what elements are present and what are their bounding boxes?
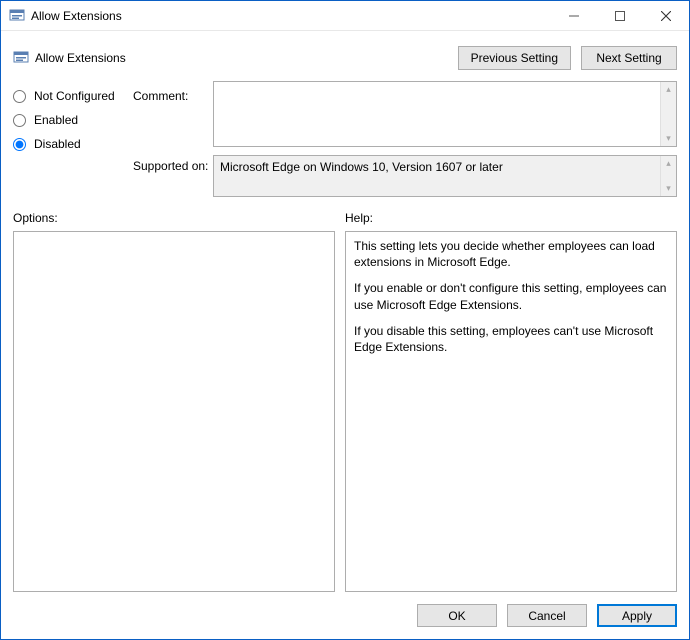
dialog-footer: OK Cancel Apply: [13, 592, 677, 627]
scroll-up-icon: ▴: [666, 158, 671, 169]
dialog-window: Allow Extensions Allow E: [0, 0, 690, 640]
cancel-button[interactable]: Cancel: [507, 604, 587, 627]
radio-disabled-label: Disabled: [34, 137, 81, 151]
policy-name-text: Allow Extensions: [35, 51, 126, 65]
scroll-down-icon: ▾: [666, 183, 671, 194]
maximize-button[interactable]: [597, 1, 643, 31]
radio-enabled[interactable]: Enabled: [13, 113, 133, 127]
radio-disabled[interactable]: Disabled: [13, 137, 133, 151]
radio-disabled-input[interactable]: [13, 138, 26, 151]
help-panel: This setting lets you decide whether emp…: [345, 231, 677, 592]
close-button[interactable]: [643, 1, 689, 31]
apply-button[interactable]: Apply: [597, 604, 677, 627]
policy-name-label: Allow Extensions: [13, 50, 126, 66]
options-label: Options:: [13, 211, 345, 225]
scroll-down-icon: ▾: [666, 133, 671, 144]
options-panel: [13, 231, 335, 592]
help-text-1: This setting lets you decide whether emp…: [354, 238, 668, 270]
help-text-3: If you disable this setting, employees c…: [354, 323, 668, 355]
comment-field[interactable]: ▴▾: [213, 81, 677, 147]
scrollbar[interactable]: ▴▾: [660, 82, 676, 146]
window-title: Allow Extensions: [31, 9, 122, 23]
radio-enabled-input[interactable]: [13, 114, 26, 127]
gpedit-icon: [13, 50, 29, 66]
next-setting-button[interactable]: Next Setting: [581, 46, 677, 70]
scrollbar[interactable]: ▴▾: [660, 156, 676, 196]
gpedit-icon: [9, 8, 25, 24]
supported-on-label: Supported on:: [133, 155, 213, 197]
supported-on-field: Microsoft Edge on Windows 10, Version 16…: [213, 155, 677, 197]
supported-on-text: Microsoft Edge on Windows 10, Version 16…: [220, 160, 503, 174]
title-bar[interactable]: Allow Extensions: [1, 1, 689, 31]
radio-enabled-label: Enabled: [34, 113, 78, 127]
radio-not-configured-input[interactable]: [13, 90, 26, 103]
help-label: Help:: [345, 211, 373, 225]
comment-label: Comment:: [133, 81, 213, 147]
radio-not-configured-label: Not Configured: [34, 89, 115, 103]
previous-setting-button[interactable]: Previous Setting: [458, 46, 571, 70]
minimize-button[interactable]: [551, 1, 597, 31]
radio-not-configured[interactable]: Not Configured: [13, 89, 133, 103]
scroll-up-icon: ▴: [666, 84, 671, 95]
ok-button[interactable]: OK: [417, 604, 497, 627]
help-text-2: If you enable or don't configure this se…: [354, 280, 668, 312]
dialog-body: Allow Extensions Previous Setting Next S…: [1, 31, 689, 639]
